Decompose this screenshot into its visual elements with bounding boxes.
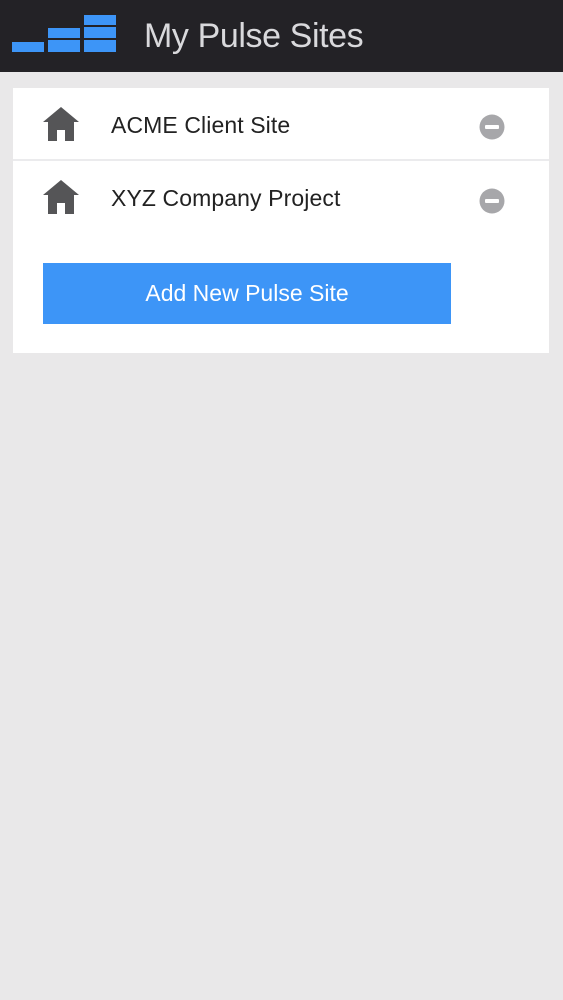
app-header: My Pulse Sites	[0, 0, 563, 72]
site-label: XYZ Company Project	[111, 185, 341, 211]
site-list-item[interactable]: XYZ Company Project	[13, 161, 549, 233]
home-icon	[43, 180, 79, 214]
pulse-logo-icon	[12, 15, 116, 52]
page-title: My Pulse Sites	[144, 17, 364, 55]
remove-icon[interactable]	[479, 188, 505, 214]
remove-icon[interactable]	[479, 114, 505, 140]
site-label: ACME Client Site	[111, 112, 291, 138]
site-list-item[interactable]: ACME Client Site	[13, 88, 549, 161]
add-new-site-button[interactable]: Add New Pulse Site	[43, 263, 451, 324]
sites-card: ACME Client Site XYZ Company Project Add…	[13, 88, 549, 353]
home-icon	[43, 107, 79, 141]
